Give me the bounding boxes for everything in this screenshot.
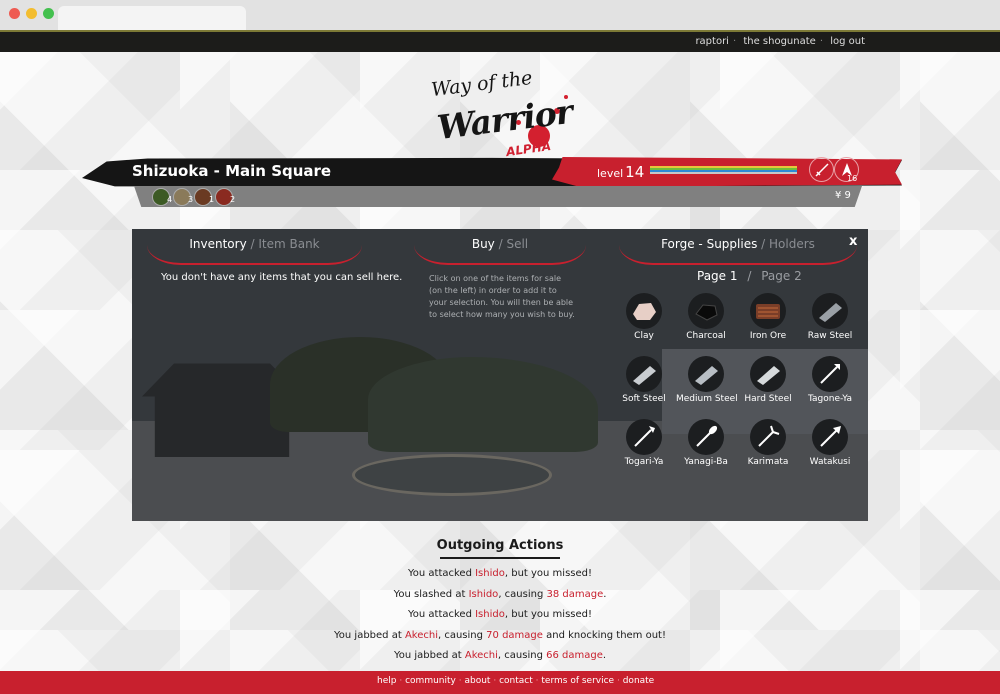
- shop-item[interactable]: Soft Steel: [614, 356, 674, 404]
- logo-line-2: Warrior: [435, 91, 575, 148]
- tab-holders[interactable]: Holders: [769, 237, 815, 251]
- shop-item[interactable]: Togari-Ya: [614, 419, 674, 467]
- location-title: Shizuoka - Main Square: [132, 162, 332, 180]
- arrow-icon: [688, 419, 724, 455]
- shop-panel: Inventory / Item Bank You don't have any…: [132, 229, 868, 521]
- shop-item[interactable]: Raw Steel: [800, 293, 860, 341]
- shop-item[interactable]: Medium Steel: [676, 356, 738, 404]
- target-link[interactable]: Ishido: [469, 589, 499, 600]
- page-2-link[interactable]: Page 2: [761, 269, 802, 283]
- hard-steel-icon: [750, 356, 786, 392]
- shop-item[interactable]: Clay: [614, 293, 674, 341]
- clay-icon: [626, 293, 662, 329]
- level-display: level 14: [597, 163, 645, 181]
- action-log-entry: You slashed at Ishido, causing 38 damage…: [393, 588, 607, 600]
- maximize-window-icon[interactable]: [43, 8, 54, 19]
- arrow-icon: [812, 419, 848, 455]
- logo-line-1: Way of the: [430, 66, 534, 102]
- tab-buy[interactable]: Buy: [472, 237, 495, 251]
- target-link[interactable]: Akechi: [405, 630, 438, 641]
- game-page: raptori · the shogunate · log out Way of t…: [0, 30, 1000, 694]
- top-nav: raptori · the shogunate · log out: [693, 36, 867, 47]
- arrow-count: 16: [847, 174, 858, 183]
- raw-steel-icon: [812, 293, 848, 329]
- footer-contact[interactable]: contact: [499, 676, 533, 686]
- inventory-tabs: Inventory / Item Bank: [147, 235, 362, 265]
- browser-chrome: [0, 0, 1000, 30]
- footer: help · community · about · contact · ter…: [0, 671, 1000, 694]
- trade-tabs: Buy / Sell: [414, 235, 586, 265]
- page-1-link[interactable]: Page 1: [697, 269, 738, 283]
- money-display: ¥ 9: [835, 190, 851, 201]
- location-bar: Shizuoka - Main Square level 14 16: [82, 157, 902, 187]
- page-selector: Page 1 / Page 2: [697, 269, 802, 283]
- nav-username[interactable]: raptori: [693, 36, 731, 47]
- charcoal-icon: [688, 293, 724, 329]
- nav-logout[interactable]: log out: [828, 36, 867, 47]
- status-bars: [650, 166, 797, 174]
- tab-forge-supplies[interactable]: Forge - Supplies: [661, 237, 757, 251]
- close-panel-button[interactable]: x: [849, 234, 857, 249]
- footer-community[interactable]: community: [405, 676, 456, 686]
- shop-item[interactable]: Tagone-Ya: [800, 356, 860, 404]
- buy-help-text: Click on one of the items for sale (on t…: [429, 274, 575, 319]
- footer-nav: help · community · about · contact · ter…: [377, 676, 655, 686]
- medium-steel-icon: [688, 356, 724, 392]
- shop-item[interactable]: Watakusi: [800, 419, 860, 467]
- resource-bar: 4 3 1 2 ¥ 9: [134, 186, 862, 207]
- action-log-entry: You attacked Ishido, but you missed!: [407, 609, 593, 620]
- actions-title: Outgoing Actions: [436, 538, 564, 553]
- footer-help[interactable]: help: [377, 676, 396, 686]
- footer-about[interactable]: about: [464, 676, 490, 686]
- arrow-icon: [626, 419, 662, 455]
- iron-ore-icon: [750, 293, 786, 329]
- action-log-entry: You jabbed at Akechi, causing 66 damage.: [393, 650, 607, 661]
- forge-tabs: Forge - Supplies / Holders: [619, 235, 857, 265]
- nav-shogunate[interactable]: the shogunate: [741, 36, 817, 47]
- arrow-icon: [812, 356, 848, 392]
- garden-circle: [352, 454, 552, 496]
- shop-item[interactable]: Karimata: [738, 419, 798, 467]
- shop-item[interactable]: Iron Ore: [738, 293, 798, 341]
- action-log-entry: You attacked Ishido, but you missed!: [407, 568, 593, 579]
- shop-item[interactable]: Yanagi-Ba: [676, 419, 736, 467]
- target-link[interactable]: Ishido: [475, 609, 505, 620]
- footer-terms[interactable]: terms of service: [541, 676, 614, 686]
- katana-icon[interactable]: [809, 157, 834, 182]
- shop-item[interactable]: Hard Steel: [738, 356, 798, 404]
- action-log-entry: You jabbed at Akechi, causing 70 damage …: [334, 629, 666, 641]
- inventory-message: You don't have any items that you can se…: [161, 272, 403, 283]
- shop-item[interactable]: Charcoal: [676, 293, 736, 341]
- browser-tab[interactable]: [58, 6, 246, 30]
- tab-inventory[interactable]: Inventory: [189, 237, 246, 251]
- arrow-icon: [750, 419, 786, 455]
- target-link[interactable]: Ishido: [475, 568, 505, 579]
- tab-item-bank[interactable]: Item Bank: [258, 237, 319, 251]
- soft-steel-icon: [626, 356, 662, 392]
- footer-donate[interactable]: donate: [623, 676, 655, 686]
- target-link[interactable]: Akechi: [465, 650, 498, 661]
- level-value: 14: [625, 163, 645, 181]
- top-bar: raptori · the shogunate · log out: [0, 30, 1000, 52]
- forest: [368, 357, 598, 452]
- outgoing-actions: Outgoing Actions You attacked Ishido, bu…: [0, 538, 1000, 667]
- close-window-icon[interactable]: [9, 8, 20, 19]
- reserve-bar: [650, 172, 797, 174]
- minimize-window-icon[interactable]: [26, 8, 37, 19]
- tab-sell[interactable]: Sell: [506, 237, 528, 251]
